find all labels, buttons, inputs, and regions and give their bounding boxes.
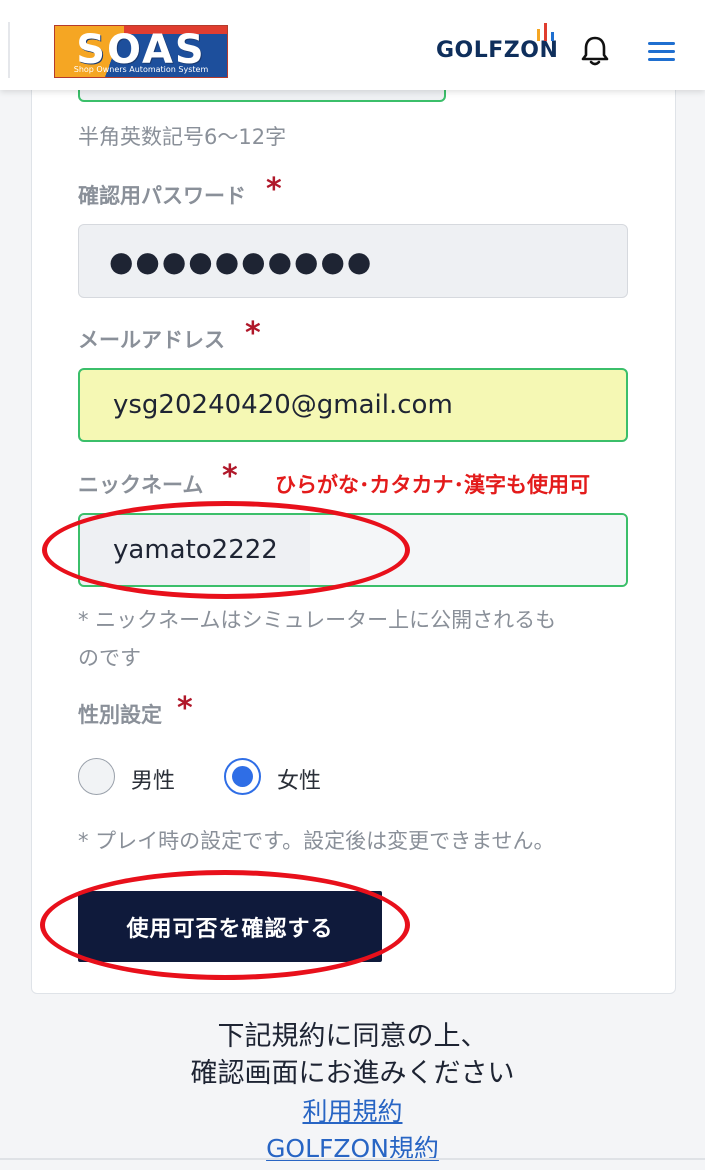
golfzon-logo: GOLFZON: [436, 38, 559, 63]
gender-note: * プレイ時の設定です。設定後は変更できません。: [78, 829, 555, 853]
radio-male-label[interactable]: 男性: [131, 763, 175, 795]
logo-subtitle: Shop Owners Automation System: [73, 65, 209, 74]
app-header: SOAS Shop Owners Automation System GOLFZ…: [0, 0, 705, 90]
email-label: メールアドレス: [78, 328, 225, 352]
confirm-password-field[interactable]: ●●●●●●●●●●: [78, 224, 628, 298]
nickname-note-line1: * ニックネームはシミュレーター上に公開されるも: [78, 608, 557, 632]
page: 半角英数記号6〜12字 確認用パスワード * ●●●●●●●●●● メールアドレ…: [0, 0, 705, 1170]
password-hint: 半角英数記号6〜12字: [78, 125, 287, 149]
input-highlight: [310, 515, 626, 585]
divider: [0, 1158, 705, 1160]
email-field[interactable]: ysg20240420@gmail.com: [78, 368, 628, 442]
check-availability-button[interactable]: 使用可否を確認する: [78, 891, 382, 962]
required-mark: *: [222, 459, 238, 494]
confirm-password-value: ●●●●●●●●●●: [109, 244, 374, 278]
gender-label: 性別設定: [78, 703, 162, 727]
required-mark: *: [245, 316, 261, 351]
golfzon-bars-icon: [535, 23, 557, 41]
radio-female[interactable]: [224, 758, 261, 795]
terms-link[interactable]: 利用規約: [0, 1092, 705, 1128]
soas-logo[interactable]: SOAS Shop Owners Automation System: [54, 25, 228, 78]
email-value: ysg20240420@gmail.com: [113, 390, 453, 420]
required-mark: *: [177, 691, 193, 726]
nickname-annotation: ひらがな･カタカナ･漢字も使用可: [275, 473, 590, 497]
nickname-field[interactable]: yamato2222: [78, 513, 628, 587]
hamburger-menu-icon[interactable]: [646, 38, 678, 66]
footer-line2: 確認画面にお進みください: [190, 1058, 515, 1089]
required-mark: *: [266, 172, 282, 207]
confirm-password-label: 確認用パスワード: [78, 184, 246, 208]
nickname-value: yamato2222: [113, 535, 278, 565]
bell-icon[interactable]: [576, 32, 614, 70]
footer-line1: 下記規約に同意の上、: [217, 1021, 488, 1052]
nickname-label: ニックネーム: [78, 473, 204, 497]
divider: [8, 22, 10, 78]
radio-selected-dot: [232, 766, 253, 787]
radio-male[interactable]: [78, 758, 115, 795]
radio-female-label[interactable]: 女性: [277, 763, 321, 795]
nickname-note-line2: のです: [78, 646, 141, 670]
